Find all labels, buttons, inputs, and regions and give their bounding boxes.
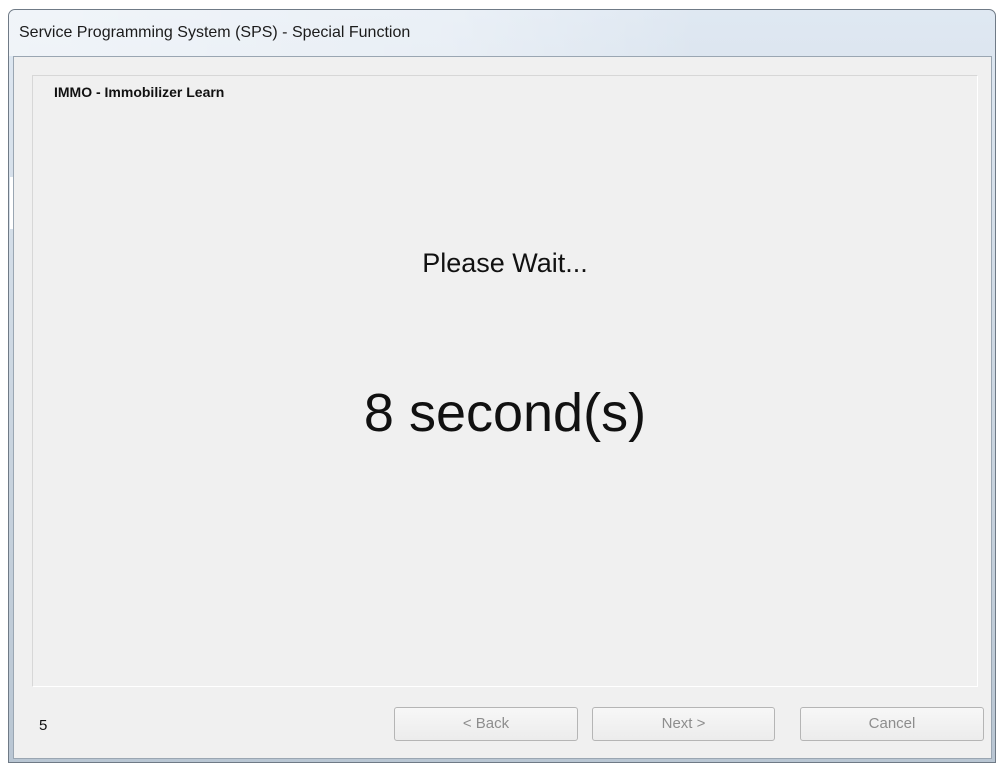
function-group-box: IMMO - Immobilizer Learn Please Wait... … bbox=[32, 75, 978, 687]
status-message: Please Wait... bbox=[422, 248, 588, 278]
countdown-timer: 8 second(s) bbox=[363, 383, 647, 443]
back-button[interactable]: < Back bbox=[394, 707, 578, 741]
client-area: IMMO - Immobilizer Learn Please Wait... … bbox=[10, 56, 992, 759]
window-title: Service Programming System (SPS) - Speci… bbox=[19, 24, 411, 41]
title-bar[interactable]: Service Programming System (SPS) - Speci… bbox=[9, 10, 995, 56]
window-edge-highlight bbox=[10, 177, 13, 229]
cancel-button[interactable]: Cancel bbox=[800, 707, 984, 741]
step-number: 5 bbox=[39, 717, 48, 734]
group-title: IMMO - Immobilizer Learn bbox=[51, 84, 228, 100]
sps-window: Service Programming System (SPS) - Speci… bbox=[8, 9, 996, 763]
next-button[interactable]: Next > bbox=[592, 707, 775, 741]
